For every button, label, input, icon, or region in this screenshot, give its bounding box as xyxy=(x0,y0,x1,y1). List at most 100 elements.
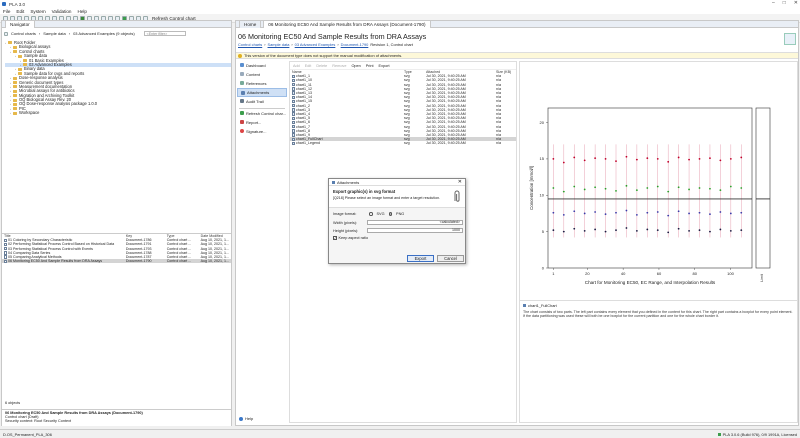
menu-help[interactable]: Help xyxy=(78,9,87,14)
tree-item-label: OQ Dose-response analysis package 1.0.0 xyxy=(19,101,98,107)
sidebar-item-audit[interactable]: Audit Trail xyxy=(237,97,287,106)
chart-document-icon xyxy=(4,242,7,247)
folder-icon xyxy=(23,58,27,62)
data-point xyxy=(635,158,638,161)
data-point xyxy=(615,211,617,214)
cell-text: Jul 30, 2021, 9:40:25 AM xyxy=(426,141,466,146)
data-point xyxy=(719,211,722,213)
dialog-titlebar: Attachments ✕ xyxy=(329,179,465,186)
sidebar-item-signature[interactable]: Signature... xyxy=(237,127,287,136)
menu-validation[interactable]: Validation xyxy=(52,9,72,14)
folder-icon xyxy=(13,111,17,115)
png-radio[interactable] xyxy=(388,212,393,216)
sidebar-item-attachments[interactable]: Attachments xyxy=(237,88,287,97)
crumb-sample-data[interactable]: Sample data xyxy=(43,31,65,36)
title-bar: PLA 3.0 – □ ✕ xyxy=(0,0,800,8)
menu-edit[interactable]: Edit xyxy=(16,9,24,14)
crumb-document[interactable]: Document-1790 xyxy=(341,42,369,47)
remove-button[interactable]: Remove xyxy=(332,64,346,68)
sidebar-label: Attachments xyxy=(247,90,270,95)
data-point xyxy=(604,187,607,190)
export-button[interactable]: Export xyxy=(379,64,390,68)
minimize-icon[interactable]: – xyxy=(772,0,775,6)
data-point xyxy=(573,156,576,159)
crumb-sample-data[interactable]: Sample data xyxy=(268,42,290,47)
preview-chart: 0 5 10 15 20 1 20 40 60 80 100 Chart for Monitoring… xyxy=(529,107,771,285)
table-row[interactable]: chart1_Legend svg Jul 30, 2021, 9:40:25 AM… xyxy=(290,141,516,145)
crumb-advanced[interactable]: 03 Advanced Examples (9 objects) xyxy=(73,31,135,36)
navigator-filter-input[interactable]: <Enter filter> xyxy=(143,31,186,36)
sidebar-item-references[interactable]: References xyxy=(237,79,287,88)
home-tab[interactable]: Home xyxy=(239,20,262,28)
navigator-tab[interactable]: Navigator xyxy=(5,20,35,28)
keep-aspect-checkbox[interactable]: ✓ xyxy=(333,236,337,240)
data-point xyxy=(709,213,711,216)
data-point xyxy=(719,159,722,162)
height-input[interactable]: 1000 xyxy=(367,228,463,233)
tree-item[interactable]: › Workspace xyxy=(5,111,231,116)
svg-radio[interactable] xyxy=(369,212,373,216)
help-link[interactable]: Help xyxy=(239,416,253,421)
folder-icon xyxy=(13,76,17,80)
export-dialog-button[interactable]: Export xyxy=(407,255,434,262)
y-tick-label: 15 xyxy=(540,156,545,161)
editor-breadcrumb: Control charts › Sample data › 03 Advanced… xyxy=(238,42,413,47)
crumb-sep-icon: › xyxy=(291,42,293,47)
close-icon[interactable]: ✕ xyxy=(458,179,462,185)
print-button[interactable]: Print xyxy=(366,64,374,68)
sidebar-item-refresh[interactable]: Refresh Control char... xyxy=(237,109,287,118)
data-point xyxy=(594,186,597,189)
cell-text: chart1_Legend xyxy=(296,141,320,146)
home-icon[interactable] xyxy=(4,31,8,36)
crumb-control-charts[interactable]: Control charts xyxy=(11,31,36,36)
status-right: PLA 3.0.6 (Build 976), 0/9 1991A, Licens… xyxy=(722,431,797,437)
data-point xyxy=(646,187,649,189)
attachment-file-icon xyxy=(292,82,295,87)
data-point xyxy=(677,186,680,189)
refresh-icon xyxy=(240,111,244,115)
chart-document-icon xyxy=(4,246,7,251)
menu-file[interactable]: File xyxy=(3,9,10,14)
document-type-icon xyxy=(784,33,796,45)
table-row[interactable]: 06 Monitoring EC50 And Sample Results fr… xyxy=(2,259,231,264)
editor-tabbar: Home 06 Monitoring EC50 And Sample Resul… xyxy=(236,20,798,28)
y-tick-label: 20 xyxy=(540,120,545,125)
data-point xyxy=(604,213,607,216)
open-button[interactable]: Open xyxy=(351,64,360,68)
sidebar-label: Dashboard xyxy=(246,62,266,68)
preview-info: chart1_FullChart The chart consists of t… xyxy=(520,300,797,321)
crumb-sep-icon: › xyxy=(38,31,41,36)
maximize-icon[interactable]: □ xyxy=(783,0,786,6)
height-label: Height (pixels): xyxy=(333,229,359,233)
editor-panel: Home 06 Monitoring EC50 And Sample Resul… xyxy=(235,20,799,426)
sidebar-label: References xyxy=(246,80,267,86)
width-input[interactable]: <calculated> xyxy=(367,220,463,225)
folder-icon xyxy=(18,67,22,71)
sidebar-item-dashboard[interactable]: Dashboard xyxy=(237,61,287,70)
close-icon[interactable]: ✕ xyxy=(794,0,798,6)
report-icon xyxy=(240,120,244,124)
delete-button[interactable]: Delete xyxy=(316,64,327,68)
cell-date: Aug 10, 2021, 1... xyxy=(198,259,231,264)
cell-text: Control chart ... xyxy=(166,259,192,264)
menu-system[interactable]: System xyxy=(30,9,45,14)
attachment-file-icon xyxy=(292,99,295,104)
info-line2: Security context: Root Security Context xyxy=(5,419,72,423)
sidebar-item-content[interactable]: Content xyxy=(237,70,287,79)
add-button[interactable]: Add xyxy=(293,64,300,68)
data-point xyxy=(698,211,701,214)
edit-button[interactable]: Edit xyxy=(305,64,312,68)
data-point xyxy=(583,188,586,191)
boxplot-area xyxy=(755,107,771,269)
data-point xyxy=(698,229,701,232)
cancel-button[interactable]: Cancel xyxy=(437,255,464,262)
cell-type: Control chart ... xyxy=(164,259,199,264)
crumb-advanced[interactable]: 03 Advanced Examples xyxy=(295,42,336,47)
sidebar-item-report[interactable]: Report... xyxy=(237,118,287,127)
data-point xyxy=(594,228,597,231)
data-point xyxy=(552,187,555,189)
crumb-control-charts[interactable]: Control charts xyxy=(238,42,262,47)
crumb-sep-icon: › xyxy=(264,42,266,47)
data-point xyxy=(656,229,659,232)
document-tab[interactable]: 06 Monitoring EC50 And Sample Results fr… xyxy=(263,20,431,28)
